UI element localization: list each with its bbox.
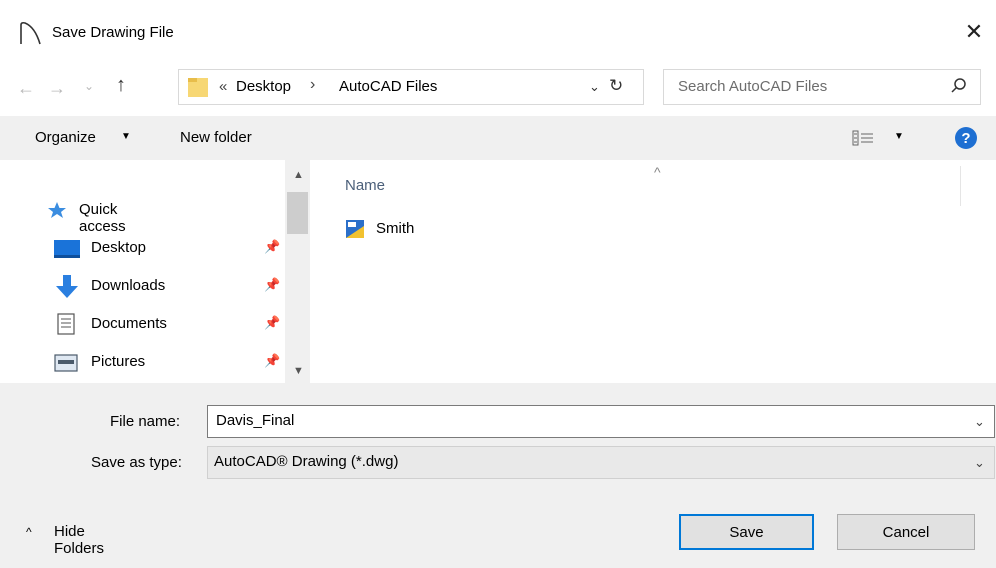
refresh-icon[interactable]: ↻: [609, 76, 623, 96]
window-title: Save Drawing File: [52, 24, 174, 41]
chevron-up-icon: ^: [26, 525, 32, 539]
up-arrow-icon[interactable]: ↑: [116, 74, 126, 97]
file-name-label: Smith: [376, 220, 415, 237]
star-icon: [48, 202, 66, 218]
hide-folders-label: Hide Folders: [54, 523, 105, 557]
save-type-select[interactable]: AutoCAD® Drawing (*.dwg) ⌄: [207, 446, 995, 479]
sidebar-item-label: Downloads: [91, 277, 166, 294]
file-name-label: File name:: [110, 413, 181, 430]
close-button[interactable]: ✕: [952, 14, 996, 50]
organize-button[interactable]: Organize: [35, 129, 96, 146]
breadcrumb-separator-icon[interactable]: ›: [310, 76, 315, 94]
download-icon: [56, 275, 78, 298]
pin-icon[interactable]: 📌: [264, 277, 280, 293]
forward-arrow-icon[interactable]: →: [48, 78, 66, 99]
sort-caret-icon: ^: [654, 164, 661, 180]
pin-icon[interactable]: 📌: [264, 353, 280, 369]
breadcrumb-desktop[interactable]: Desktop: [236, 78, 291, 95]
chevron-down-icon[interactable]: ⌄: [974, 414, 985, 430]
column-divider[interactable]: [960, 166, 961, 206]
address-bar[interactable]: « Desktop › AutoCAD Files ⌄ ↻: [178, 69, 644, 105]
documents-icon: [57, 313, 75, 335]
new-folder-button[interactable]: New folder: [180, 129, 252, 146]
scroll-thumb[interactable]: [287, 192, 308, 234]
search-icon[interactable]: [950, 77, 968, 95]
title-bar: Save Drawing File ✕: [0, 0, 996, 58]
sidebar-item-label: Desktop: [91, 239, 147, 256]
chevron-down-icon[interactable]: ⌄: [974, 455, 985, 471]
folder-icon: [188, 78, 208, 97]
app-arc-icon: [20, 21, 41, 45]
view-options-icon[interactable]: [852, 130, 874, 146]
file-name-value[interactable]: Davis_Final: [216, 412, 294, 429]
list-item[interactable]: Smith: [344, 216, 644, 244]
pin-icon[interactable]: 📌: [264, 239, 280, 255]
search-input[interactable]: Search AutoCAD Files: [678, 78, 827, 95]
sidebar-item-label: Pictures: [91, 353, 146, 370]
sidebar-item-label: Documents: [91, 315, 167, 332]
save-type-value[interactable]: AutoCAD® Drawing (*.dwg): [214, 453, 398, 470]
help-icon[interactable]: ?: [955, 127, 977, 149]
sidebar-item-label: Quick access: [79, 201, 126, 235]
recent-locations-chevron-icon[interactable]: ⌄: [84, 79, 94, 93]
file-list: ^ Name Smith: [312, 160, 996, 383]
file-name-field[interactable]: Davis_Final ⌄: [207, 405, 995, 438]
address-dropdown-icon[interactable]: ⌄: [589, 79, 600, 95]
command-toolbar: Organize ▼ New folder ▼ ?: [0, 116, 996, 160]
scroll-down-icon[interactable]: ▼: [293, 365, 304, 377]
desktop-icon: [54, 240, 80, 258]
pictures-icon: [54, 354, 78, 372]
breadcrumb-overflow[interactable]: «: [219, 78, 227, 95]
scroll-up-icon[interactable]: ▲: [293, 169, 304, 181]
search-box[interactable]: Search AutoCAD Files: [663, 69, 981, 105]
save-type-label: Save as type:: [91, 454, 182, 471]
cancel-button[interactable]: Cancel: [837, 514, 975, 550]
dwg-file-icon: [346, 220, 364, 238]
navigation-pane: Quick access Desktop 📌 Downloads 📌 Docum…: [0, 160, 312, 383]
save-button[interactable]: Save: [679, 514, 814, 550]
save-options-panel: File name: Davis_Final ⌄ Save as type: A…: [0, 383, 996, 568]
navigation-scrollbar[interactable]: ▲ ▼: [285, 160, 310, 383]
organize-caret-icon[interactable]: ▼: [121, 131, 131, 142]
breadcrumb-autocad-files[interactable]: AutoCAD Files: [339, 78, 437, 95]
pin-icon[interactable]: 📌: [264, 315, 280, 331]
view-caret-icon[interactable]: ▼: [894, 131, 904, 142]
column-header-name[interactable]: Name: [345, 177, 385, 194]
back-arrow-icon[interactable]: ←: [17, 78, 35, 99]
